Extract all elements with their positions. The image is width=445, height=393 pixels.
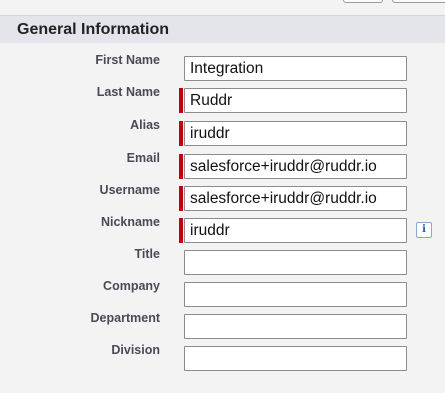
info-icon[interactable]: i [416,222,432,238]
first-name-input[interactable] [184,56,407,81]
form-row-department: Department [0,311,445,340]
form-row-nickname: Nickname i [0,215,445,244]
required-indicator [179,88,183,113]
required-indicator [179,186,183,211]
title-label: Title [134,247,160,261]
form-row-title: Title [0,247,445,276]
form-row-division: Division [0,343,445,372]
form-row-company: Company [0,279,445,308]
last-name-label: Last Name [96,85,160,99]
section-title: General Information [17,21,170,38]
department-input[interactable] [184,314,407,339]
first-name-label: First Name [95,53,160,67]
form-row-alias: Alias [0,118,445,147]
nickname-input[interactable] [184,218,407,243]
form-row-last-name: Last Name [0,85,445,114]
top-button-right[interactable] [392,0,445,3]
company-input[interactable] [184,282,407,307]
form-row-first-name: First Name [0,53,445,82]
alias-label: Alias [130,118,160,132]
form-row-email: Email [0,151,445,180]
division-input[interactable] [184,346,407,371]
username-label: Username [99,183,160,197]
required-indicator [179,121,183,146]
required-indicator [179,218,183,243]
last-name-input[interactable] [184,88,407,113]
required-indicator [179,154,183,179]
title-input[interactable] [184,250,407,275]
company-label: Company [103,279,160,293]
email-input[interactable] [184,154,407,179]
form-row-username: Username [0,183,445,212]
email-label: Email [126,151,160,165]
section-header: General Information [0,15,445,43]
department-label: Department [90,311,160,325]
top-button-left[interactable] [343,0,383,3]
username-input[interactable] [184,186,407,211]
division-label: Division [111,343,160,357]
nickname-label: Nickname [100,215,160,229]
alias-input[interactable] [184,121,407,146]
